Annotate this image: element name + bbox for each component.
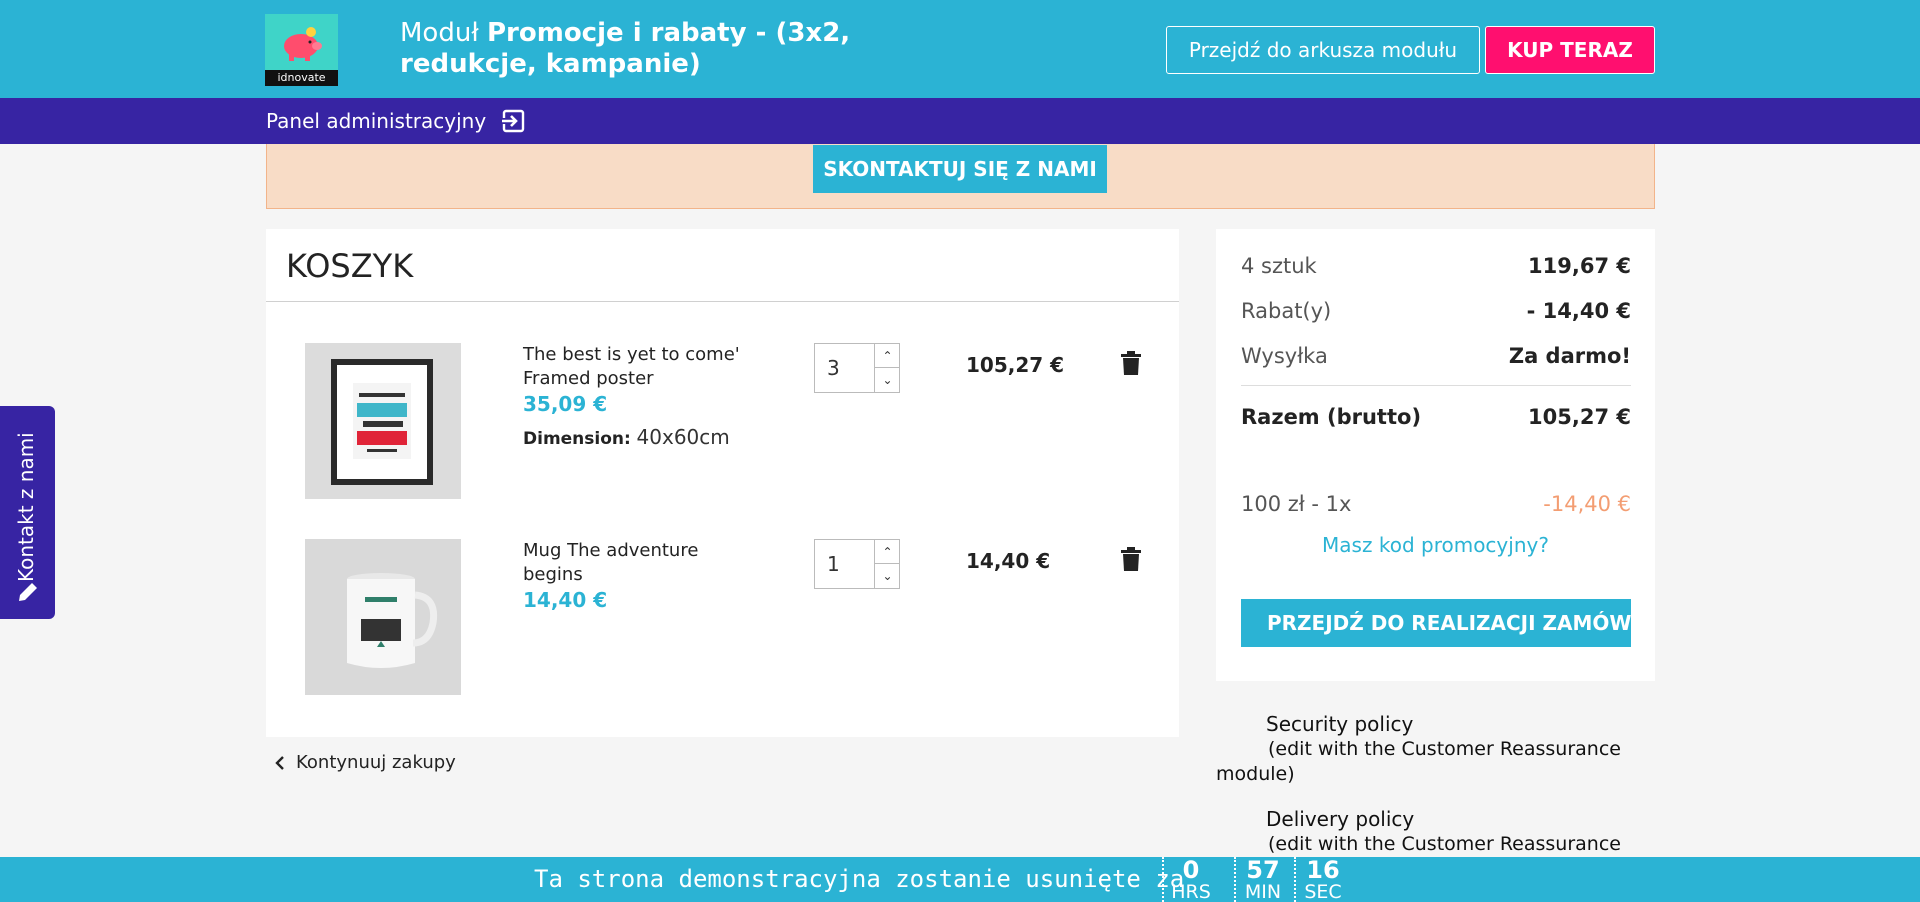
summary-items-row: 4 sztuk 119,67 € — [1241, 254, 1631, 278]
module-sheet-button[interactable]: Przejdź do arkusza modułu — [1166, 26, 1480, 74]
item-name-link[interactable]: The best is yet to come' Framed poster — [523, 343, 763, 391]
seconds-label: SEC — [1304, 881, 1342, 902]
voucher-value: -14,40 € — [1543, 492, 1631, 516]
contact-us-button[interactable]: SKONTAKTUJ SIĘ Z NAMI — [813, 145, 1107, 193]
sign-in-icon — [500, 109, 525, 133]
mug-picture — [305, 539, 461, 695]
trash-icon[interactable] — [1121, 547, 1141, 571]
checkout-button[interactable]: PRZEJDŹ DO REALIZACJI ZAMÓWIENIA — [1241, 599, 1631, 647]
chevron-left-icon — [275, 755, 284, 770]
item-details: The best is yet to come' Framed poster 3… — [523, 343, 763, 453]
item-details: Mug The adventure begins 14,40 € — [523, 539, 763, 613]
voucher-row: 100 zł - 1x -14,40 € — [1241, 492, 1631, 516]
quantity-input[interactable]: 3 — [827, 356, 840, 380]
side-contact-label: Kontakt z nami — [14, 432, 38, 582]
shipping-label: Wysyłka — [1241, 344, 1328, 368]
quantity-stepper[interactable]: 1 ⌃ ⌄ — [814, 539, 900, 589]
summary-discount-row: Rabat(y) - 14,40 € — [1241, 299, 1631, 323]
item-total-price: 14,40 € — [966, 549, 1051, 573]
items-count-label: 4 sztuk — [1241, 254, 1317, 278]
piggy-bank-icon — [284, 27, 322, 61]
side-contact-tab[interactable]: Kontakt z nami — [0, 406, 55, 619]
framed-poster-image[interactable] — [305, 343, 461, 499]
countdown-minutes: 57 MIN — [1234, 857, 1290, 902]
chevron-down-icon[interactable]: ⌄ — [874, 564, 900, 588]
module-title: Moduł Promocje i rabaty - (3x2, redukcje… — [400, 18, 960, 80]
module-title-prefix: Moduł — [400, 18, 487, 48]
admin-panel-label: Panel administracyjny — [266, 109, 487, 133]
total-value: 105,27 € — [1528, 405, 1631, 429]
continue-shopping-link[interactable]: Kontynuuj zakupy — [274, 752, 456, 773]
hours-value: 0 — [1182, 856, 1200, 884]
trash-icon[interactable] — [1121, 351, 1141, 375]
cart-item: Mug The adventure begins 14,40 € 1 ⌃ ⌄ 1… — [266, 539, 1179, 699]
reassurance-note: (edit with the Customer Reassurance — [1268, 833, 1621, 855]
items-subtotal: 119,67 € — [1528, 254, 1631, 278]
discount-label: Rabat(y) — [1241, 299, 1332, 323]
hours-label: HRS — [1171, 881, 1211, 902]
summary-total-row: Razem (brutto) 105,27 € — [1241, 405, 1631, 429]
cart-summary: 4 sztuk 119,67 € Rabat(y) - 14,40 € Wysy… — [1216, 229, 1655, 681]
framed-poster-picture — [305, 343, 461, 499]
reassurance-note-cont: module) — [1216, 763, 1295, 785]
buy-now-button[interactable]: KUP TERAZ — [1485, 26, 1655, 74]
continue-shopping-label: Kontynuuj zakupy — [296, 752, 456, 773]
admin-bar: Panel administracyjny — [0, 98, 1920, 144]
minutes-value: 57 — [1246, 856, 1280, 884]
reassurance-note: (edit with the Customer Reassurance — [1268, 738, 1621, 760]
attribute-value: 40x60cm — [636, 425, 730, 449]
cart-title: KOSZYK — [286, 247, 414, 285]
summary-divider — [1241, 385, 1631, 386]
countdown-seconds: 16 SEC — [1294, 857, 1350, 902]
chevron-up-icon[interactable]: ⌃ — [874, 540, 900, 564]
quantity-input[interactable]: 1 — [827, 552, 840, 576]
shipping-value: Za darmo! — [1508, 344, 1631, 368]
voucher-label: 100 zł - 1x — [1241, 492, 1352, 516]
cart-item: The best is yet to come' Framed poster 3… — [266, 343, 1179, 503]
item-name-link[interactable]: Mug The adventure begins — [523, 539, 763, 587]
reassurance-title: Security policy — [1266, 712, 1414, 736]
chevron-down-icon[interactable]: ⌄ — [874, 368, 900, 392]
cart-panel: KOSZYK The best is yet to come' Framed p… — [266, 229, 1179, 737]
item-unit-price: 35,09 € — [523, 392, 608, 416]
countdown-hours: 0 HRS — [1162, 857, 1218, 902]
demo-countdown-bar: Ta strona demonstracyjna zostanie usunię… — [0, 857, 1920, 902]
cart-divider — [266, 301, 1179, 302]
mug-image[interactable] — [305, 539, 461, 695]
top-bar: idnovate Moduł Promocje i rabaty - (3x2,… — [0, 0, 1920, 98]
admin-panel-link[interactable]: Panel administracyjny — [266, 108, 526, 134]
attribute-label: Dimension: — [523, 429, 631, 449]
idnovate-logo[interactable]: idnovate — [265, 14, 338, 86]
item-unit-price: 14,40 € — [523, 588, 608, 612]
promo-code-link[interactable]: Masz kod promocyjny? — [1216, 533, 1655, 557]
item-total-price: 105,27 € — [966, 353, 1065, 377]
reassurance-title: Delivery policy — [1266, 807, 1415, 831]
total-label: Razem (brutto) — [1241, 405, 1422, 429]
summary-shipping-row: Wysyłka Za darmo! — [1241, 344, 1631, 368]
minutes-label: MIN — [1244, 881, 1282, 902]
demo-notice: Ta strona demonstracyjna zostanie usunię… — [534, 865, 1185, 893]
seconds-value: 16 — [1306, 856, 1340, 884]
reassurance-delivery: Delivery policy (edit with the Customer … — [1216, 807, 1636, 857]
logo-text: idnovate — [265, 70, 338, 86]
discount-value: - 14,40 € — [1526, 299, 1631, 323]
chevron-up-icon[interactable]: ⌃ — [874, 344, 900, 368]
item-attribute: Dimension: 40x60cm — [523, 423, 763, 453]
pencil-icon — [19, 583, 37, 601]
quantity-stepper[interactable]: 3 ⌃ ⌄ — [814, 343, 900, 393]
reassurance-security: Security policy (edit with the Customer … — [1216, 712, 1636, 787]
